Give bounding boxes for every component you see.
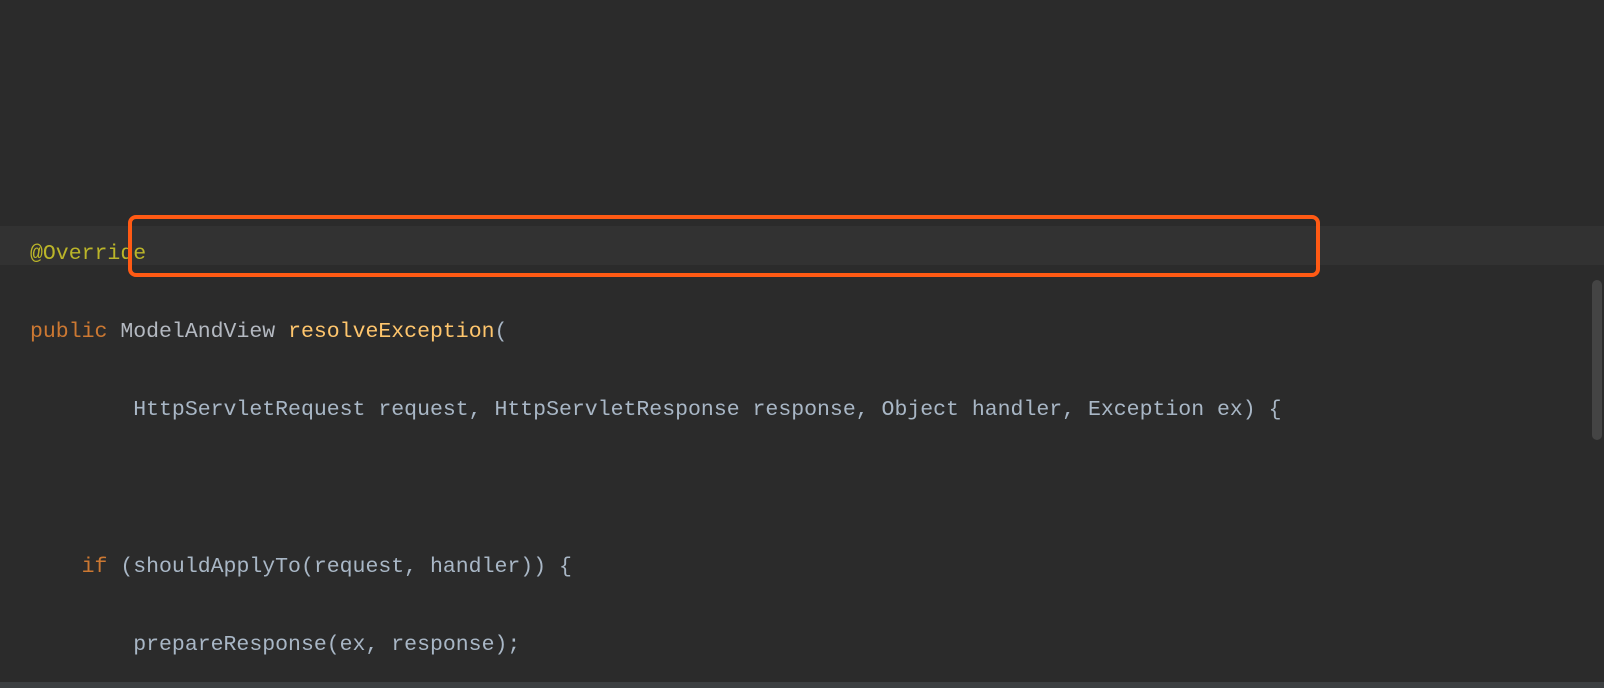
code-line: public ModelAndView resolveException( bbox=[30, 313, 1604, 352]
code-line: prepareResponse(ex, response); bbox=[30, 626, 1604, 665]
code-line: if (shouldApplyTo(request, handler)) { bbox=[30, 548, 1604, 587]
code-editor[interactable]: @Override public ModelAndView resolveExc… bbox=[0, 0, 1604, 688]
annotation: @Override bbox=[30, 242, 146, 266]
method-signature: HttpServletRequest request, HttpServletR… bbox=[133, 398, 1281, 422]
keyword-if: if bbox=[82, 555, 108, 579]
method-name: resolveException bbox=[288, 320, 494, 344]
keyword-public: public bbox=[30, 320, 107, 344]
code-line: HttpServletRequest request, HttpServletR… bbox=[30, 391, 1604, 430]
punct: ( bbox=[495, 320, 508, 344]
type: ModelAndView bbox=[120, 320, 275, 344]
code-line bbox=[30, 470, 1604, 509]
code-content: @Override public ModelAndView resolveExc… bbox=[30, 196, 1604, 688]
call: prepareResponse(ex, response); bbox=[133, 633, 520, 657]
condition: (shouldApplyTo(request, handler)) { bbox=[107, 555, 571, 579]
code-line: @Override bbox=[30, 235, 1604, 274]
